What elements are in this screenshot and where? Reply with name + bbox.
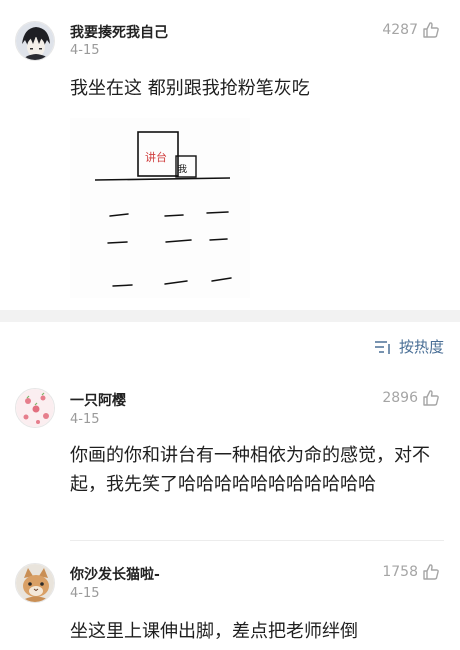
thumbs-up-icon bbox=[423, 22, 439, 38]
comment-like-button[interactable]: 2896 bbox=[382, 389, 440, 407]
post-like-count: 4287 bbox=[382, 22, 418, 38]
user-avatar[interactable] bbox=[15, 21, 55, 61]
cat-avatar-icon bbox=[16, 564, 54, 602]
post-date: 4-15 bbox=[70, 43, 100, 58]
desk-mark bbox=[206, 211, 229, 214]
thumbs-up-icon bbox=[423, 564, 439, 580]
anime-avatar-icon bbox=[16, 22, 54, 60]
me-label: 我 bbox=[178, 164, 187, 175]
drawing-background bbox=[70, 118, 250, 298]
original-post: 我要揍死我自己 4-15 4287 我坐在这 都别跟我抢粉笔灰吃 讲台 我 bbox=[0, 0, 460, 310]
comment-text: 你画的你和讲台有一种相依为命的感觉，对不起，我先笑了哈哈哈哈哈哈哈哈哈哈哈 bbox=[70, 445, 430, 495]
sort-by-popularity-button[interactable]: 按热度 bbox=[373, 336, 444, 357]
comment-date: 4-15 bbox=[70, 412, 100, 427]
classroom-drawing: 讲台 我 bbox=[70, 118, 250, 298]
commenter-username[interactable]: 你沙发长猫啦- bbox=[70, 564, 160, 584]
desk-mark bbox=[107, 241, 128, 244]
podium-label: 讲台 bbox=[145, 150, 167, 164]
post-text: 我坐在这 都别跟我抢粉笔灰吃 bbox=[70, 78, 310, 99]
comment-divider bbox=[70, 540, 444, 541]
comment-like-button[interactable]: 1758 bbox=[382, 563, 440, 581]
sort-label: 按热度 bbox=[398, 338, 444, 356]
desk-mark bbox=[209, 238, 228, 241]
commenter-avatar[interactable] bbox=[15, 388, 55, 428]
desk-mark bbox=[112, 284, 133, 287]
section-divider bbox=[0, 310, 460, 322]
commenter-avatar[interactable] bbox=[15, 563, 55, 603]
comment-text: 坐这里上课伸出脚，差点把老师绊倒 bbox=[70, 621, 358, 642]
commenter-username[interactable]: 一只阿樱 bbox=[70, 390, 126, 410]
strawberry-avatar-icon bbox=[16, 389, 54, 427]
post-username[interactable]: 我要揍死我自己 bbox=[70, 22, 168, 42]
comment-date: 4-15 bbox=[70, 586, 100, 601]
sort-lines-icon bbox=[374, 340, 390, 354]
thumbs-up-icon bbox=[423, 390, 439, 406]
comment-like-count: 2896 bbox=[382, 390, 418, 406]
post-like-button[interactable]: 4287 bbox=[382, 21, 440, 39]
comment-like-count: 1758 bbox=[382, 564, 418, 580]
desk-mark bbox=[164, 214, 184, 217]
